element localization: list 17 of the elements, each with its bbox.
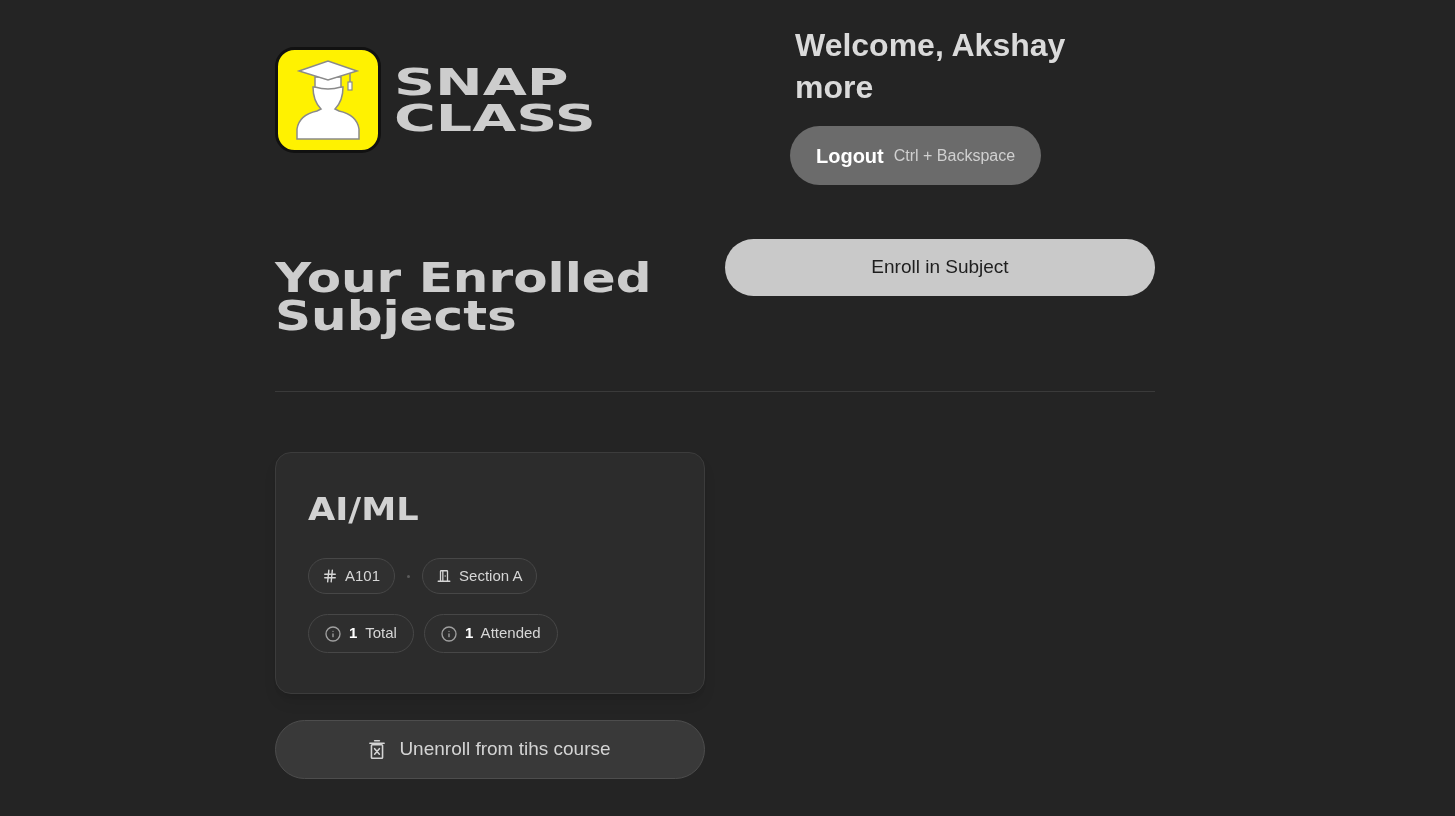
subject-code: A101 (345, 565, 381, 586)
stat-text: 1 Total (349, 623, 397, 644)
door-icon (437, 569, 452, 583)
unenroll-button[interactable]: Unenroll from tihs course (275, 720, 705, 779)
trash-x-icon (369, 740, 386, 759)
logout-button[interactable]: Logout Ctrl + Backspace (790, 126, 1042, 185)
brand-title: SNAP CLASS (394, 64, 596, 136)
welcome-message: Welcome, Akshay more (794, 26, 1067, 107)
hash-icon (323, 569, 337, 583)
info-icon (440, 625, 457, 642)
info-icon (325, 625, 341, 642)
enroll-button[interactable]: Enroll in Subject (725, 239, 1155, 296)
section-label: Section A (459, 565, 523, 586)
graduate-logo-icon (275, 47, 381, 153)
subject-title: AI/ML (308, 493, 419, 525)
stat-text: 1 Attended (464, 623, 541, 644)
keyboard-shortcut: Ctrl + Backspace (893, 145, 1016, 166)
